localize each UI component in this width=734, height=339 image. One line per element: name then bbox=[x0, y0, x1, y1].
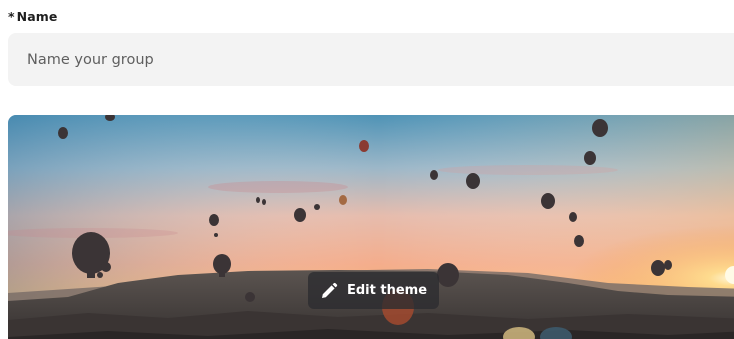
edit-theme-button[interactable]: Edit theme bbox=[308, 272, 439, 309]
group-name-input[interactable] bbox=[8, 33, 734, 86]
pencil-icon bbox=[321, 282, 338, 298]
name-label: * Name bbox=[8, 9, 57, 24]
name-label-text: Name bbox=[16, 9, 58, 24]
edit-theme-label: Edit theme bbox=[346, 283, 428, 298]
group-form: * Name Name your group Edit theme bbox=[0, 0, 734, 339]
required-marker: * bbox=[8, 9, 15, 24]
